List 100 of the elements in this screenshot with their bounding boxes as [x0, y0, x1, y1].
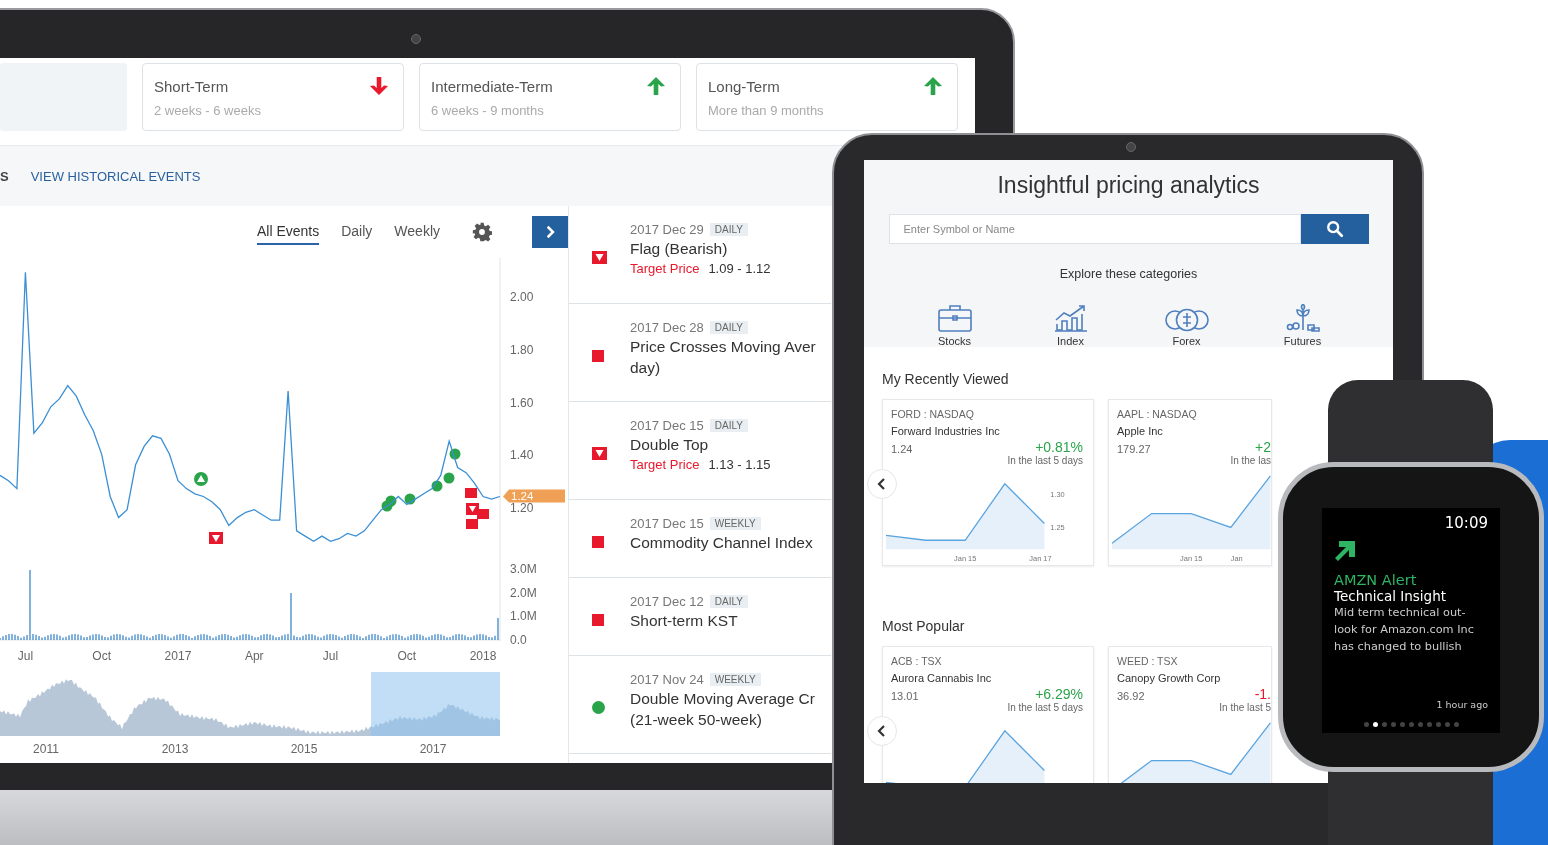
category-item[interactable]: Forex: [1128, 301, 1245, 347]
section-heading: My Recently Viewed: [882, 371, 1009, 387]
price-axis-label: 1.60: [510, 395, 534, 410]
event-title: day): [630, 359, 662, 377]
bearish-signal-icon: [209, 532, 223, 544]
change-percent: +6.29%: [1035, 686, 1083, 702]
company-name: Canopy Growth Corp: [1117, 672, 1222, 684]
frequency-badge: DAILY: [709, 223, 748, 236]
page-dot[interactable]: [1444, 722, 1450, 727]
event-date: 2017 Dec 29: [630, 222, 704, 237]
page-dot[interactable]: [1435, 722, 1441, 727]
ticker-symbol: WEED : TSX: [1117, 655, 1179, 667]
page-dot[interactable]: [1399, 722, 1405, 727]
historical-events-link[interactable]: VIEW HISTORICAL EVENTS: [30, 168, 201, 184]
camera-icon: [411, 34, 421, 44]
ticker-symbol: FORD : NASDAQ: [891, 408, 975, 420]
search-field[interactable]: Enter Symbol or Name: [888, 214, 1301, 244]
term-title: Short-Term: [154, 77, 229, 95]
page-dot[interactable]: [1408, 722, 1414, 727]
settings-icon[interactable]: [472, 222, 492, 242]
event-title: (21-week 50-week): [630, 711, 763, 729]
price-axis-label: 2.00: [510, 290, 534, 304]
bullish-marker: [431, 480, 443, 492]
navigator-axis-label: 2013: [161, 742, 189, 756]
category-item[interactable]: Index: [1012, 301, 1129, 347]
event-tab[interactable]: Daily: [341, 219, 373, 245]
camera-icon: [1126, 142, 1136, 152]
page-dot[interactable]: [1453, 722, 1459, 727]
carousel-prev-button[interactable]: [867, 469, 897, 499]
alert-subtitle: Technical Insight: [1334, 588, 1448, 604]
next-button[interactable]: [532, 216, 568, 248]
navigator-axis-label: 2017: [419, 742, 447, 756]
event-date: 2017 Nov 24: [630, 672, 704, 687]
alert-title: AMZN Alert: [1334, 572, 1418, 588]
date-axis-label: Oct: [397, 649, 417, 663]
event-row[interactable]: 2017 Dec 15 DAILY Double Top Target Price 1.13 - 1.15: [569, 402, 831, 500]
bullish-marker: [443, 472, 455, 484]
navigator-selection[interactable]: [371, 672, 500, 736]
target-price-value: 1.09 - 1.12: [708, 261, 771, 276]
term-title: Intermediate-Term: [431, 77, 553, 95]
search-button[interactable]: [1300, 214, 1369, 244]
ticker-symbol: AAPL : NASDAQ: [1117, 408, 1198, 420]
page-dot[interactable]: [1372, 722, 1378, 727]
date-axis-label: Oct: [92, 649, 112, 663]
bullish-marker: [385, 495, 397, 507]
categories-heading: Explore these categories: [1059, 267, 1198, 281]
event-title: Double Top: [630, 436, 710, 454]
event-row[interactable]: 2017 Dec 12 DAILY Short-term KST: [569, 578, 831, 656]
event-row[interactable]: 2017 Nov 24 WEEKLY Double Moving Average Cr (21-week 50-week): [569, 656, 831, 754]
briefcase-icon: [937, 304, 972, 332]
event-tab[interactable]: Weekly: [394, 219, 440, 245]
date-axis-label: Jul: [17, 649, 34, 663]
event-row[interactable]: 2017 Dec 15 WEEKLY Commodity Channel Index: [569, 500, 831, 578]
change-percent: +0.81%: [1035, 439, 1083, 455]
navigator-axis-label: 2011: [33, 742, 59, 756]
term-card[interactable]: Short-Term 2 weeks - 6 weeks: [142, 63, 404, 131]
page-dot[interactable]: [1417, 722, 1423, 727]
event-date: 2017 Dec 12: [630, 594, 704, 609]
quote-card[interactable]: ACB : TSX Aurora Cannabis Inc 13.01 +6.29% In the last 5 days: [882, 646, 1094, 783]
target-price-label: Target Price: [630, 457, 700, 472]
carousel-prev-button[interactable]: [867, 716, 897, 746]
category-item[interactable]: Stocks: [896, 301, 1013, 347]
company-name: Forward Industries Inc: [891, 425, 1001, 437]
term-card[interactable]: Intermediate-Term 6 weeks - 9 months: [419, 63, 681, 131]
volume-axis-label: 1.0M: [510, 609, 537, 624]
frequency-badge: WEEKLY: [709, 673, 761, 686]
bearish-marker: [466, 519, 478, 529]
volume-axis-label: 3.0M: [510, 562, 537, 576]
category-label: Forex: [1172, 335, 1201, 347]
event-row[interactable]: 2017 Dec 28 DAILY Price Crosses Moving Aver day): [569, 304, 831, 402]
period-label: In the last 5 days: [1007, 455, 1084, 466]
frequency-badge: WEEKLY: [709, 517, 761, 530]
volume-axis-label: 0.0: [510, 633, 527, 648]
price-value: 36.92: [1117, 690, 1145, 702]
category-item[interactable]: Futures: [1244, 301, 1361, 347]
company-name: Apple Inc: [1117, 425, 1164, 437]
page-dot[interactable]: [1390, 722, 1396, 727]
date-axis-label: 2018: [469, 649, 497, 663]
frequency-badge: DAILY: [709, 419, 748, 432]
search-icon: [1325, 220, 1344, 238]
event-row[interactable]: 2017 Dec 29 DAILY Flag (Bearish) Target Price 1.09 - 1.12: [569, 206, 831, 304]
change-percent: +2: [1255, 439, 1271, 455]
ticker-symbol: ACB : TSX: [891, 655, 943, 667]
chevron-left-icon: [877, 725, 887, 737]
page-dot[interactable]: [1363, 722, 1369, 727]
date-axis-label: Jul: [322, 649, 339, 663]
price-axis-label: 1.20: [510, 501, 534, 516]
term-range: 2 weeks - 6 weeks: [154, 103, 262, 118]
page-title: Insightful pricing analytics: [997, 172, 1260, 199]
term-card[interactable]: Long-Term More than 9 months: [696, 63, 958, 131]
event-tab[interactable]: All Events: [256, 219, 320, 245]
navigator-axis-label: 2015: [290, 742, 318, 756]
page-dot[interactable]: [1381, 722, 1387, 727]
price-value: 13.01: [891, 690, 919, 702]
page-dot[interactable]: [1426, 722, 1432, 727]
quote-card[interactable]: WEED : TSX Canopy Growth Corp 36.92 -1. In the last 5: [1108, 646, 1272, 783]
term-title: Long-Term: [708, 77, 780, 95]
alert-time: 1 hour ago: [1436, 699, 1488, 710]
date-axis-label: 2017: [164, 649, 192, 663]
price-value: 179.27: [1117, 443, 1151, 455]
